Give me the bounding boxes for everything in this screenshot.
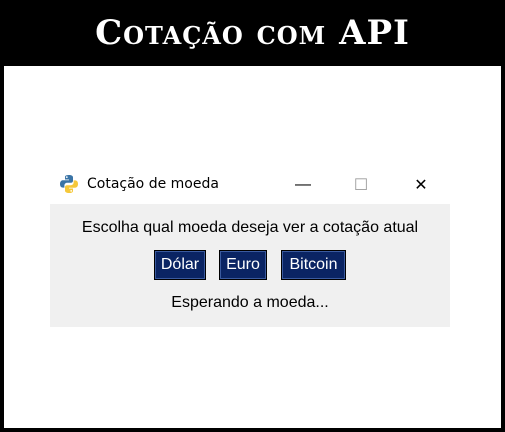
minimize-icon: —	[295, 176, 311, 193]
banner-title: Cotação com API	[95, 13, 410, 53]
euro-button[interactable]: Euro	[219, 250, 267, 280]
bitcoin-button[interactable]: Bitcoin	[281, 250, 346, 280]
window-title: Cotação de moeda	[87, 176, 219, 192]
dolar-button[interactable]: Dólar	[154, 250, 206, 280]
banner: Cotação com API	[0, 0, 505, 66]
status-label: Esperando a moeda...	[171, 294, 329, 311]
app-window: Cotação de moeda — ☐ ✕ Escolha qual moed…	[50, 168, 450, 328]
minimize-button[interactable]: —	[280, 168, 326, 202]
maximize-button[interactable]: ☐	[338, 168, 384, 202]
close-icon: ✕	[414, 177, 428, 194]
close-button[interactable]: ✕	[398, 168, 444, 202]
python-icon	[60, 175, 78, 193]
maximize-icon: ☐	[353, 177, 369, 194]
client-area: Escolha qual moeda deseja ver a cotação …	[50, 204, 450, 327]
title-bar[interactable]: Cotação de moeda — ☐ ✕	[50, 168, 450, 202]
prompt-label: Escolha qual moeda deseja ver a cotação …	[81, 219, 419, 236]
